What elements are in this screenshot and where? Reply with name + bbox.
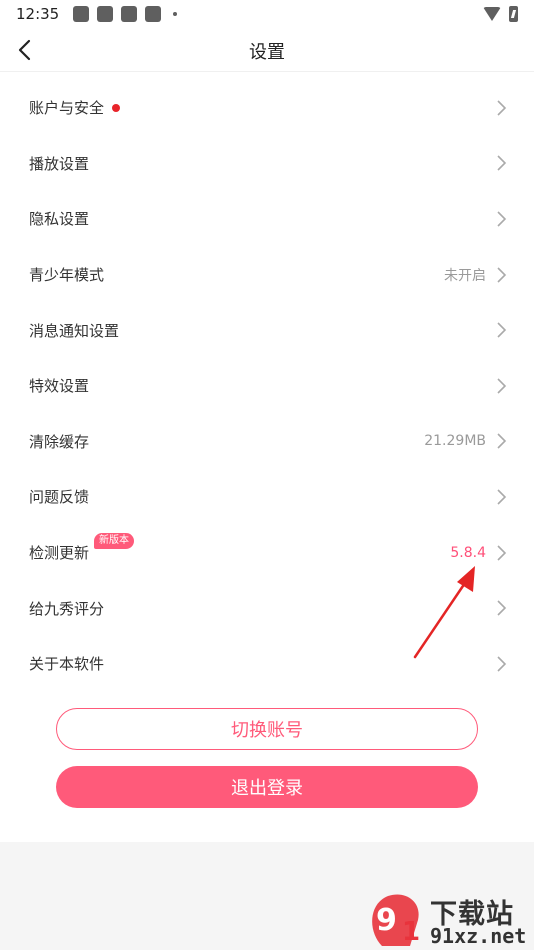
settings-item-label: 播放设置 bbox=[29, 154, 90, 173]
settings-item-label: 特效设置 bbox=[29, 377, 90, 396]
version-number: 5.8.4 bbox=[450, 544, 486, 561]
chevron-right-icon bbox=[497, 600, 507, 616]
nav-bar: 设置 bbox=[0, 28, 534, 72]
annotation-arrow-icon bbox=[413, 566, 475, 659]
settings-item-label: 检测更新 bbox=[29, 544, 90, 563]
settings-item-effects[interactable]: 特效设置 bbox=[0, 358, 534, 414]
settings-item-label: 消息通知设置 bbox=[29, 321, 120, 340]
chevron-right-icon bbox=[497, 267, 507, 283]
settings-item-clear-cache[interactable]: 清除缓存 21.29MB bbox=[0, 414, 534, 470]
settings-item-account-security[interactable]: 账户与安全 bbox=[0, 80, 534, 136]
settings-item-feedback[interactable]: 问题反馈 bbox=[0, 469, 534, 525]
chevron-right-icon bbox=[497, 489, 507, 505]
chevron-right-icon bbox=[497, 211, 507, 227]
status-time: 12:35 bbox=[16, 5, 60, 23]
chevron-right-icon bbox=[497, 100, 507, 116]
settings-item-label: 青少年模式 bbox=[29, 266, 105, 285]
settings-item-label: 清除缓存 bbox=[29, 432, 90, 451]
chevron-right-icon bbox=[497, 656, 507, 672]
settings-item-notifications[interactable]: 消息通知设置 bbox=[0, 302, 534, 358]
chevron-right-icon bbox=[497, 322, 507, 338]
svg-text:1: 1 bbox=[402, 917, 420, 947]
switch-account-button[interactable]: 切换账号 bbox=[56, 708, 478, 750]
settings-item-teen-mode[interactable]: 青少年模式 未开启 bbox=[0, 247, 534, 303]
notification-icon bbox=[145, 6, 162, 22]
notification-icon bbox=[121, 6, 138, 22]
notification-icon bbox=[73, 6, 90, 22]
settings-item-privacy[interactable]: 隐私设置 bbox=[0, 191, 534, 247]
status-bar: 12:35 bbox=[0, 0, 534, 28]
settings-item-label: 隐私设置 bbox=[29, 210, 90, 229]
settings-item-label: 给九秀评分 bbox=[29, 599, 105, 618]
watermark-url: 91xz.net bbox=[430, 924, 527, 948]
wifi-icon bbox=[483, 7, 501, 21]
battery-charging-icon bbox=[509, 6, 518, 22]
settings-item-label: 问题反馈 bbox=[29, 488, 90, 507]
chevron-right-icon bbox=[497, 544, 507, 561]
page-title: 设置 bbox=[249, 42, 285, 63]
chevron-right-icon bbox=[497, 378, 507, 394]
more-notifications-icon bbox=[173, 12, 178, 16]
teen-mode-status: 未开启 bbox=[444, 267, 486, 284]
logout-button[interactable]: 退出登录 bbox=[56, 766, 478, 808]
new-version-badge: 新版本 bbox=[94, 532, 134, 549]
settings-item-label: 关于本软件 bbox=[29, 655, 105, 674]
cache-size: 21.29MB bbox=[424, 433, 486, 450]
svg-text:9: 9 bbox=[376, 903, 397, 938]
chevron-right-icon bbox=[497, 433, 507, 449]
chevron-right-icon bbox=[497, 155, 507, 171]
settings-item-label: 账户与安全 bbox=[29, 99, 105, 118]
unread-dot bbox=[112, 103, 121, 112]
notification-icon bbox=[97, 6, 114, 22]
settings-item-playback[interactable]: 播放设置 bbox=[0, 136, 534, 192]
